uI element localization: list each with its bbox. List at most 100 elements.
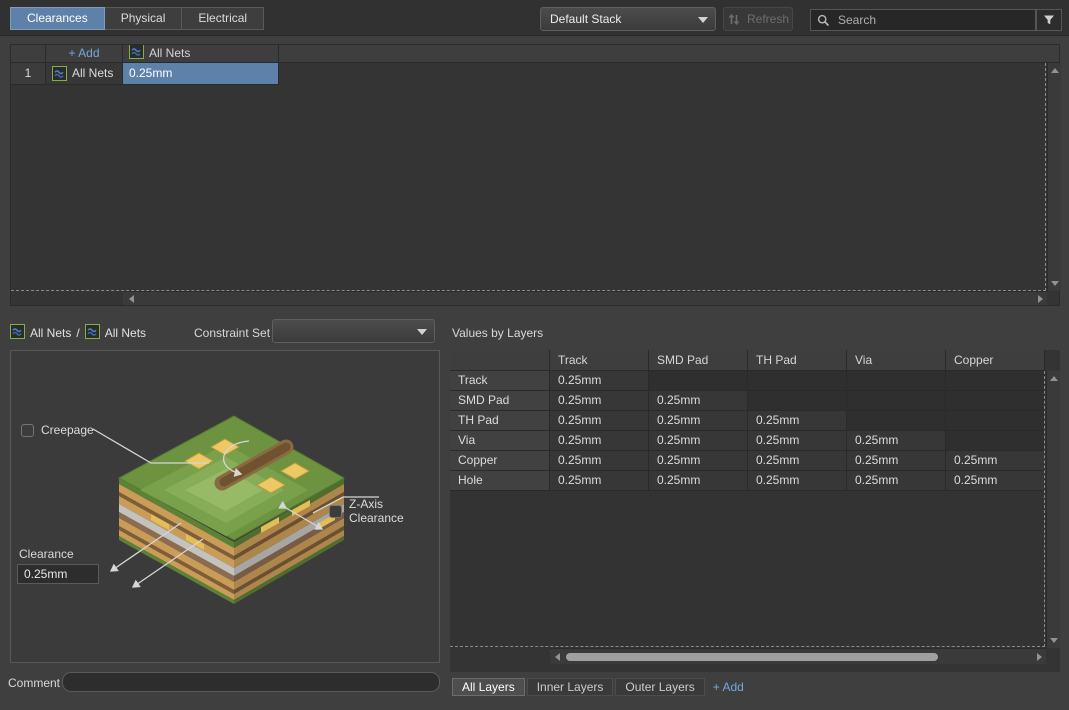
layer-tab-inner-layers[interactable]: Inner Layers — [526, 678, 614, 696]
net-class-cell[interactable]: All Nets — [46, 63, 123, 85]
grid-focus-outline — [11, 63, 1046, 291]
creepage-checkbox[interactable] — [21, 423, 34, 437]
clearance-rules-grid: + Add All Nets 1 All Nets 0.25mm — [10, 44, 1061, 306]
rules-grid-header: + Add All Nets — [11, 45, 1059, 63]
matrix-empty-cell — [847, 411, 946, 431]
matrix-value-cell[interactable]: 0.25mm — [649, 391, 748, 411]
matrix-value-cell[interactable]: 0.25mm — [847, 431, 946, 451]
matrix-row: Copper 0.25mm 0.25mm 0.25mm 0.25mm 0.25mm — [450, 451, 1060, 471]
selected-net-a: All Nets — [30, 326, 72, 340]
stack-selector-dropdown[interactable]: Default Stack — [540, 7, 716, 31]
refresh-button[interactable]: Refresh — [723, 7, 793, 31]
matrix-empty-cell — [748, 391, 847, 411]
search-box — [810, 9, 1036, 31]
matrix-value-cell[interactable]: 0.25mm — [550, 451, 649, 471]
matrix-value-cell[interactable]: 0.25mm — [748, 411, 847, 431]
matrix-value-cell[interactable]: 0.25mm — [649, 471, 748, 491]
chevron-down-icon — [698, 17, 708, 23]
add-layer-tab-button[interactable]: + Add — [713, 680, 744, 694]
clearance-value-cell[interactable]: 0.25mm — [123, 63, 279, 85]
matrix-value-cell[interactable]: 0.25mm — [946, 451, 1045, 471]
clearance-label: Clearance — [19, 547, 74, 561]
constraint-set-dropdown[interactable] — [272, 319, 435, 343]
matrix-value-cell[interactable]: 0.25mm — [748, 431, 847, 451]
clearance-input[interactable] — [17, 564, 99, 584]
matrix-value-cell[interactable]: 0.25mm — [649, 411, 748, 431]
tab-electrical[interactable]: Electrical — [181, 7, 265, 30]
row-filler — [279, 63, 1059, 85]
layer-tab-all-layers[interactable]: All Layers — [452, 678, 525, 696]
layer-tab-outer-layers[interactable]: Outer Layers — [615, 678, 705, 696]
matrix-corner-cell — [450, 350, 550, 371]
matrix-value-cell[interactable]: 0.25mm — [550, 391, 649, 411]
zaxis-option: Z-Axis Clearance — [329, 497, 439, 525]
matrix-empty-cell — [946, 431, 1045, 451]
matrix-row: Hole 0.25mm 0.25mm 0.25mm 0.25mm 0.25mm — [450, 471, 1060, 491]
matrix-value-cell[interactable]: 0.25mm — [946, 471, 1045, 491]
matrix-vertical-scrollbar[interactable] — [1046, 371, 1060, 648]
net-class-icon — [10, 324, 25, 339]
net-class-icon — [129, 45, 144, 59]
matrix-column-header: Track — [550, 350, 649, 371]
net-class-icon — [84, 324, 100, 339]
filter-icon — [1044, 15, 1054, 25]
matrix-value-cell[interactable]: 0.25mm — [550, 471, 649, 491]
matrix-row-label: Copper — [450, 451, 550, 471]
matrix-horizontal-scrollbar[interactable] — [550, 648, 1046, 664]
matrix-row: TH Pad 0.25mm 0.25mm 0.25mm — [450, 411, 1060, 431]
zaxis-clearance-checkbox[interactable] — [329, 504, 342, 518]
matrix-empty-cell — [946, 371, 1045, 391]
rules-horizontal-scrollbar[interactable] — [123, 291, 1047, 305]
matrix-empty-area — [450, 491, 1046, 648]
matrix-value-cell[interactable]: 0.25mm — [847, 471, 946, 491]
matrix-row-label: SMD Pad — [450, 391, 550, 411]
matrix-row-label: Track — [450, 371, 550, 391]
comment-label: Comment — [8, 676, 61, 690]
refresh-icon — [728, 13, 740, 25]
matrix-row: SMD Pad 0.25mm 0.25mm — [450, 391, 1060, 411]
matrix-value-cell[interactable]: 0.25mm — [748, 471, 847, 491]
filter-button[interactable] — [1036, 9, 1062, 31]
rules-vertical-scrollbar[interactable] — [1047, 63, 1061, 291]
selected-net-b: All Nets — [104, 326, 147, 340]
creepage-option: Creepage — [21, 423, 94, 437]
matrix-row: Track 0.25mm — [450, 371, 1060, 391]
search-icon — [817, 14, 830, 26]
matrix-header-row: Track SMD Pad TH Pad Via Copper — [450, 350, 1060, 371]
scrollbar-thumb[interactable] — [566, 653, 938, 661]
matrix-row-label: Hole — [450, 471, 550, 491]
matrix-empty-cell — [847, 371, 946, 391]
add-rule-button[interactable]: + Add — [46, 45, 123, 63]
matrix-value-cell[interactable]: 0.25mm — [847, 451, 946, 471]
constraint-set-label: Constraint Set — [194, 326, 271, 340]
top-toolbar: Clearances Physical Electrical Default Sta… — [0, 0, 1069, 36]
row-number-header — [11, 45, 46, 63]
value-column-header[interactable]: All Nets — [123, 45, 279, 63]
chevron-down-icon — [417, 329, 427, 335]
matrix-empty-cell — [649, 371, 748, 391]
matrix-value-cell[interactable]: 0.25mm — [748, 451, 847, 471]
rule-detail-panel: Creepage Z-Axis Clearance Clearance 0.25… — [10, 350, 440, 663]
values-by-layers-title: Values by Layers — [452, 326, 544, 340]
matrix-row-label: TH Pad — [450, 411, 550, 431]
matrix-value-cell[interactable]: 0.25mm — [649, 451, 748, 471]
tab-clearances[interactable]: Clearances — [10, 7, 105, 30]
net-class-icon — [52, 66, 67, 81]
net-separator: / — [76, 326, 80, 340]
matrix-empty-cell — [847, 391, 946, 411]
matrix-column-header: TH Pad — [748, 350, 847, 371]
stack-selector-value: Default Stack — [550, 12, 622, 26]
search-input[interactable] — [836, 12, 1029, 28]
matrix-value-cell[interactable]: 0.25mm — [550, 371, 649, 391]
matrix-value-cell[interactable]: 0.25mm — [649, 431, 748, 451]
tab-physical[interactable]: Physical — [103, 7, 183, 30]
row-number: 1 — [11, 63, 46, 85]
rules-grid-rows: 1 All Nets 0.25mm — [11, 63, 1059, 85]
comment-input[interactable] — [62, 672, 440, 692]
matrix-value-cell[interactable]: 0.25mm — [550, 431, 649, 451]
zaxis-clearance-label: Z-Axis Clearance — [349, 497, 404, 525]
header-filler — [279, 45, 1059, 63]
matrix-value-cell[interactable]: 0.25mm — [550, 411, 649, 431]
selected-rule-breadcrumb: All Nets / All Nets — [10, 324, 146, 342]
matrix-column-header: Via — [847, 350, 946, 371]
